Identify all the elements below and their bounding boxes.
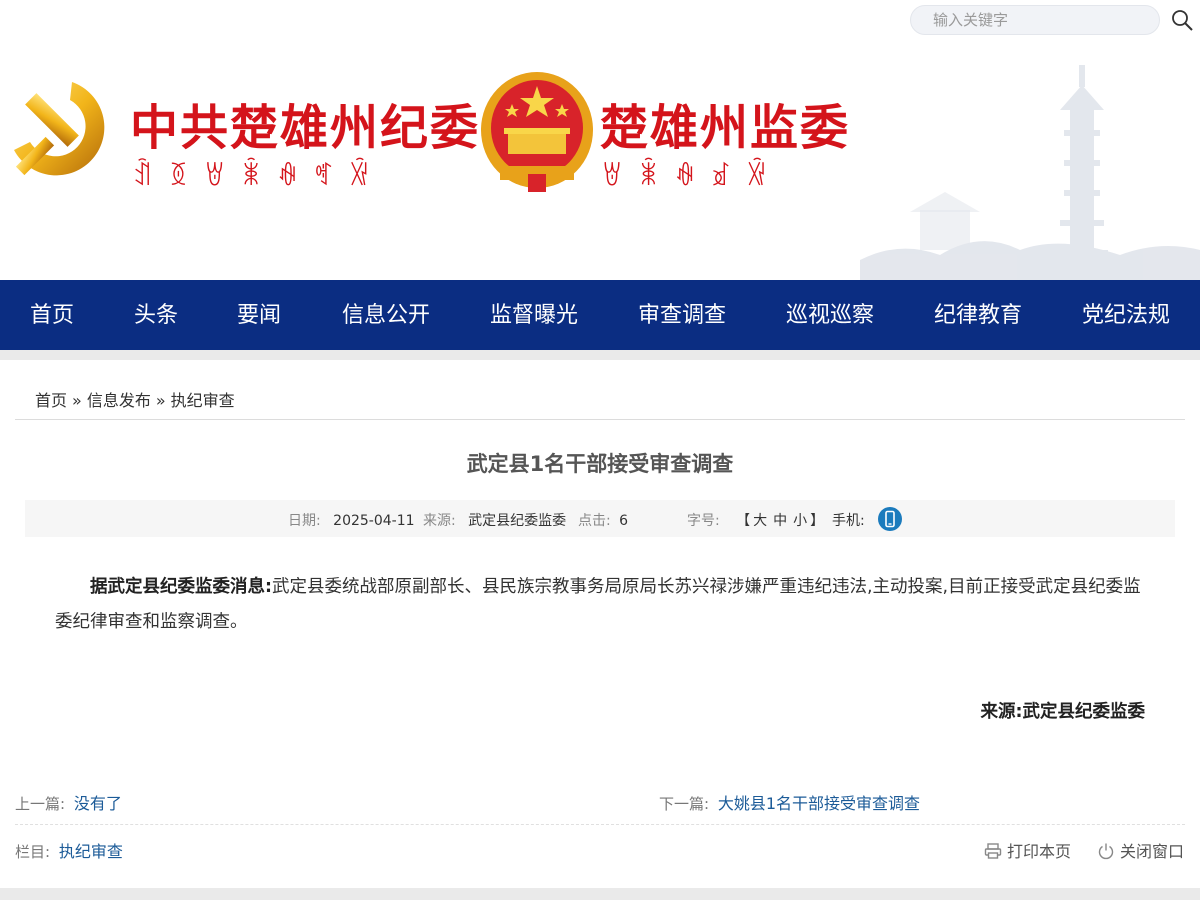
search-box: [910, 5, 1160, 35]
breadcrumb-info[interactable]: 信息发布: [87, 391, 151, 410]
breadcrumb-divider: [15, 419, 1185, 420]
banner-yi-left: ꀉꅉꇐꉚꊿꈩꑞ: [132, 162, 387, 192]
meta-fontsize: 字号: 【大中小】: [687, 510, 824, 530]
nav-item-inspection[interactable]: 巡视巡察: [786, 280, 874, 350]
search-icon[interactable]: [1170, 8, 1194, 32]
next-article-link[interactable]: 大姚县1名干部接受审查调查: [718, 794, 920, 813]
fontsize-medium-button[interactable]: 中: [773, 513, 787, 529]
nav-item-regulations[interactable]: 党纪法规: [1082, 280, 1170, 350]
main-nav: 首页 头条 要闻 信息公开 监督曝光 审查调查 巡视巡察 纪律教育 党纪法规: [0, 280, 1200, 350]
prev-article-link[interactable]: 没有了: [74, 794, 122, 813]
print-button-label: 打印本页: [1007, 842, 1072, 861]
footer-divider: [15, 824, 1185, 825]
meta-source-label: 来源:: [423, 513, 456, 529]
fontsize-bracket-close: 】: [810, 513, 825, 529]
fontsize-large-button[interactable]: 大: [753, 513, 767, 529]
meta-phone: 手机:: [832, 510, 865, 530]
prev-article-label: 上一篇:: [15, 795, 66, 813]
nav-divider: [0, 350, 1200, 360]
prev-article: 上一篇: 没有了: [15, 790, 122, 814]
power-icon: [1098, 843, 1114, 860]
print-button[interactable]: 打印本页: [984, 838, 1071, 862]
search-input[interactable]: [911, 6, 1131, 34]
meta-date-value: 2025-04-11: [333, 513, 415, 529]
mobile-phone-icon[interactable]: [878, 507, 902, 531]
banner-yi-right: ꇐꉚꊿꀃꑞ: [602, 162, 784, 192]
national-emblem-icon: [481, 72, 593, 192]
fontsize-small-button[interactable]: 小: [793, 513, 807, 529]
fontsize-bracket-open: 【: [736, 513, 751, 529]
meta-source: 来源: 武定县纪委监委: [423, 510, 566, 530]
nav-item-supervision[interactable]: 监督曝光: [490, 280, 578, 350]
meta-clicks-label: 点击:: [578, 513, 611, 529]
nav-item-headlines[interactable]: 头条: [134, 280, 178, 350]
meta-source-value: 武定县纪委监委: [468, 513, 567, 529]
printer-icon: [984, 843, 1002, 859]
meta-date: 日期: 2025-04-11: [288, 510, 415, 530]
column-link[interactable]: 执纪审查: [59, 842, 123, 861]
meta-date-label: 日期:: [288, 513, 321, 529]
article-body: 据武定县纪委监委消息:武定县委统战部原副部长、县民族宗教事务局原局长苏兴禄涉嫌严…: [55, 570, 1145, 640]
meta-phone-label: 手机:: [832, 513, 865, 529]
breadcrumb-separator: »: [72, 391, 82, 410]
article-title: 武定县1名干部接受审查调查: [466, 452, 734, 476]
close-window-label: 关闭窗口: [1120, 842, 1185, 861]
nav-item-home[interactable]: 首页: [30, 280, 74, 350]
site-header: 中共楚雄州纪委 ꀉꅉꇐꉚꊿꈩꑞ 楚雄州监委 ꇐꉚꊿꀃꑞ: [0, 40, 1200, 280]
nav-item-news[interactable]: 要闻: [237, 280, 281, 350]
banner-title-left: 中共楚雄州纪委: [130, 100, 481, 156]
nav-item-investigation[interactable]: 审查调查: [638, 280, 726, 350]
meta-clicks-value: 6: [619, 513, 629, 529]
breadcrumb: 首页» 信息发布» 执纪审查: [35, 387, 235, 411]
close-window-button[interactable]: 关闭窗口: [1097, 838, 1184, 862]
next-article-label: 下一篇:: [659, 795, 710, 813]
banner-title-right: 楚雄州监委: [600, 100, 851, 156]
breadcrumb-separator: »: [155, 391, 166, 410]
page-bottom-band: [0, 888, 1200, 900]
article-lead: 据武定县纪委监委消息:: [90, 577, 272, 597]
article-source-line: 来源:武定县纪委监委: [980, 702, 1146, 722]
nav-item-disclosure[interactable]: 信息公开: [342, 280, 430, 350]
party-emblem-icon: [14, 82, 105, 176]
nav-item-education[interactable]: 纪律教育: [934, 280, 1022, 350]
article-column: 栏目: 执纪审查: [15, 838, 123, 862]
column-label: 栏目:: [15, 843, 51, 861]
breadcrumb-current[interactable]: 执纪审查: [171, 391, 235, 410]
pagoda-skyline-decoration: [860, 65, 1200, 280]
meta-clicks: 点击: 6: [578, 510, 628, 530]
next-article: 下一篇: 大姚县1名干部接受审查调查: [659, 790, 920, 814]
meta-fontsize-label: 字号:: [687, 513, 720, 529]
breadcrumb-home[interactable]: 首页: [35, 391, 67, 410]
